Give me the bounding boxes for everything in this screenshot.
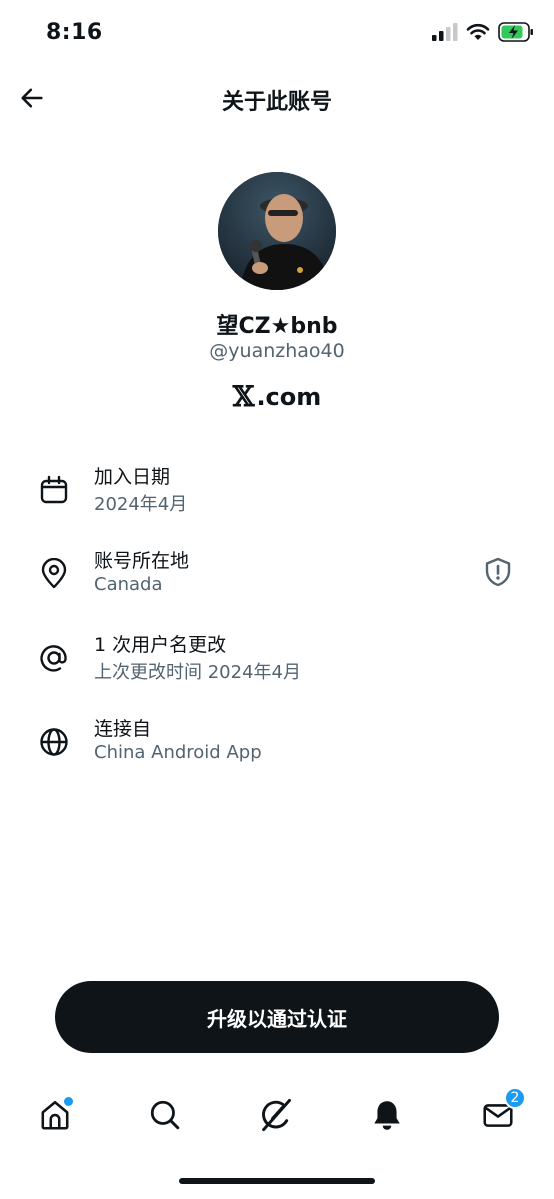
about-account-screen: 8:16 关于此账号 望CZ★bnb @yuanzhao40 𝕏 .com 加入… xyxy=(0,0,554,1199)
status-time: 8:16 xyxy=(46,20,103,45)
tab-grok[interactable] xyxy=(254,1093,298,1137)
info-subtitle: Canada xyxy=(94,574,163,595)
x-com-brand: 𝕏 .com xyxy=(0,380,554,413)
page-title: 关于此账号 xyxy=(221,90,332,115)
home-notification-dot xyxy=(64,1097,73,1106)
grok-icon xyxy=(262,1098,291,1132)
upgrade-verification-button[interactable]: 升级以通过认证 xyxy=(55,981,499,1053)
messages-count-badge: 2 xyxy=(504,1087,526,1109)
status-bar: 8:16 xyxy=(0,0,554,64)
globe-icon xyxy=(40,728,68,756)
username-handle: @yuanzhao40 xyxy=(209,340,345,362)
info-title: 连接自 xyxy=(94,718,152,740)
info-title: 1 次用户名更改 xyxy=(94,634,227,656)
info-row-join-date: 加入日期 2024年4月 xyxy=(0,462,554,526)
home-indicator xyxy=(179,1178,375,1184)
info-row-account-location: 账号所在地 Canada xyxy=(0,546,554,610)
tab-search[interactable] xyxy=(143,1093,187,1137)
shield-alert-icon[interactable] xyxy=(482,556,514,588)
tab-notifications[interactable] xyxy=(365,1093,409,1137)
info-subtitle: China Android App xyxy=(94,742,262,763)
info-subtitle: 上次更改时间 2024年4月 xyxy=(94,662,301,683)
battery-charging-icon xyxy=(498,22,533,42)
info-subtitle: 2024年4月 xyxy=(94,494,188,515)
info-row-connected-via: 连接自 China Android App xyxy=(0,714,554,778)
x-logo: 𝕏 xyxy=(232,380,255,413)
location-pin-icon xyxy=(41,558,67,589)
brand-domain: .com xyxy=(256,382,322,411)
bell-icon xyxy=(374,1101,400,1130)
wifi-icon xyxy=(466,23,490,40)
info-row-username-changes: 1 次用户名更改 上次更改时间 2024年4月 xyxy=(0,630,554,694)
info-title: 加入日期 xyxy=(94,466,171,488)
info-title: 账号所在地 xyxy=(94,550,190,572)
profile-photo xyxy=(218,172,336,290)
bottom-tab-bar: 2 xyxy=(0,1085,554,1145)
avatar[interactable] xyxy=(218,172,336,290)
tab-home[interactable] xyxy=(33,1093,77,1137)
tab-messages[interactable]: 2 xyxy=(476,1087,526,1137)
at-sign-icon xyxy=(40,645,67,672)
cellular-signal-icon xyxy=(432,23,458,41)
calendar-icon xyxy=(40,475,68,504)
header: 关于此账号 xyxy=(0,70,554,126)
display-name: 望CZ★bnb xyxy=(216,314,338,339)
search-icon xyxy=(150,1100,180,1130)
status-icons xyxy=(432,22,534,42)
